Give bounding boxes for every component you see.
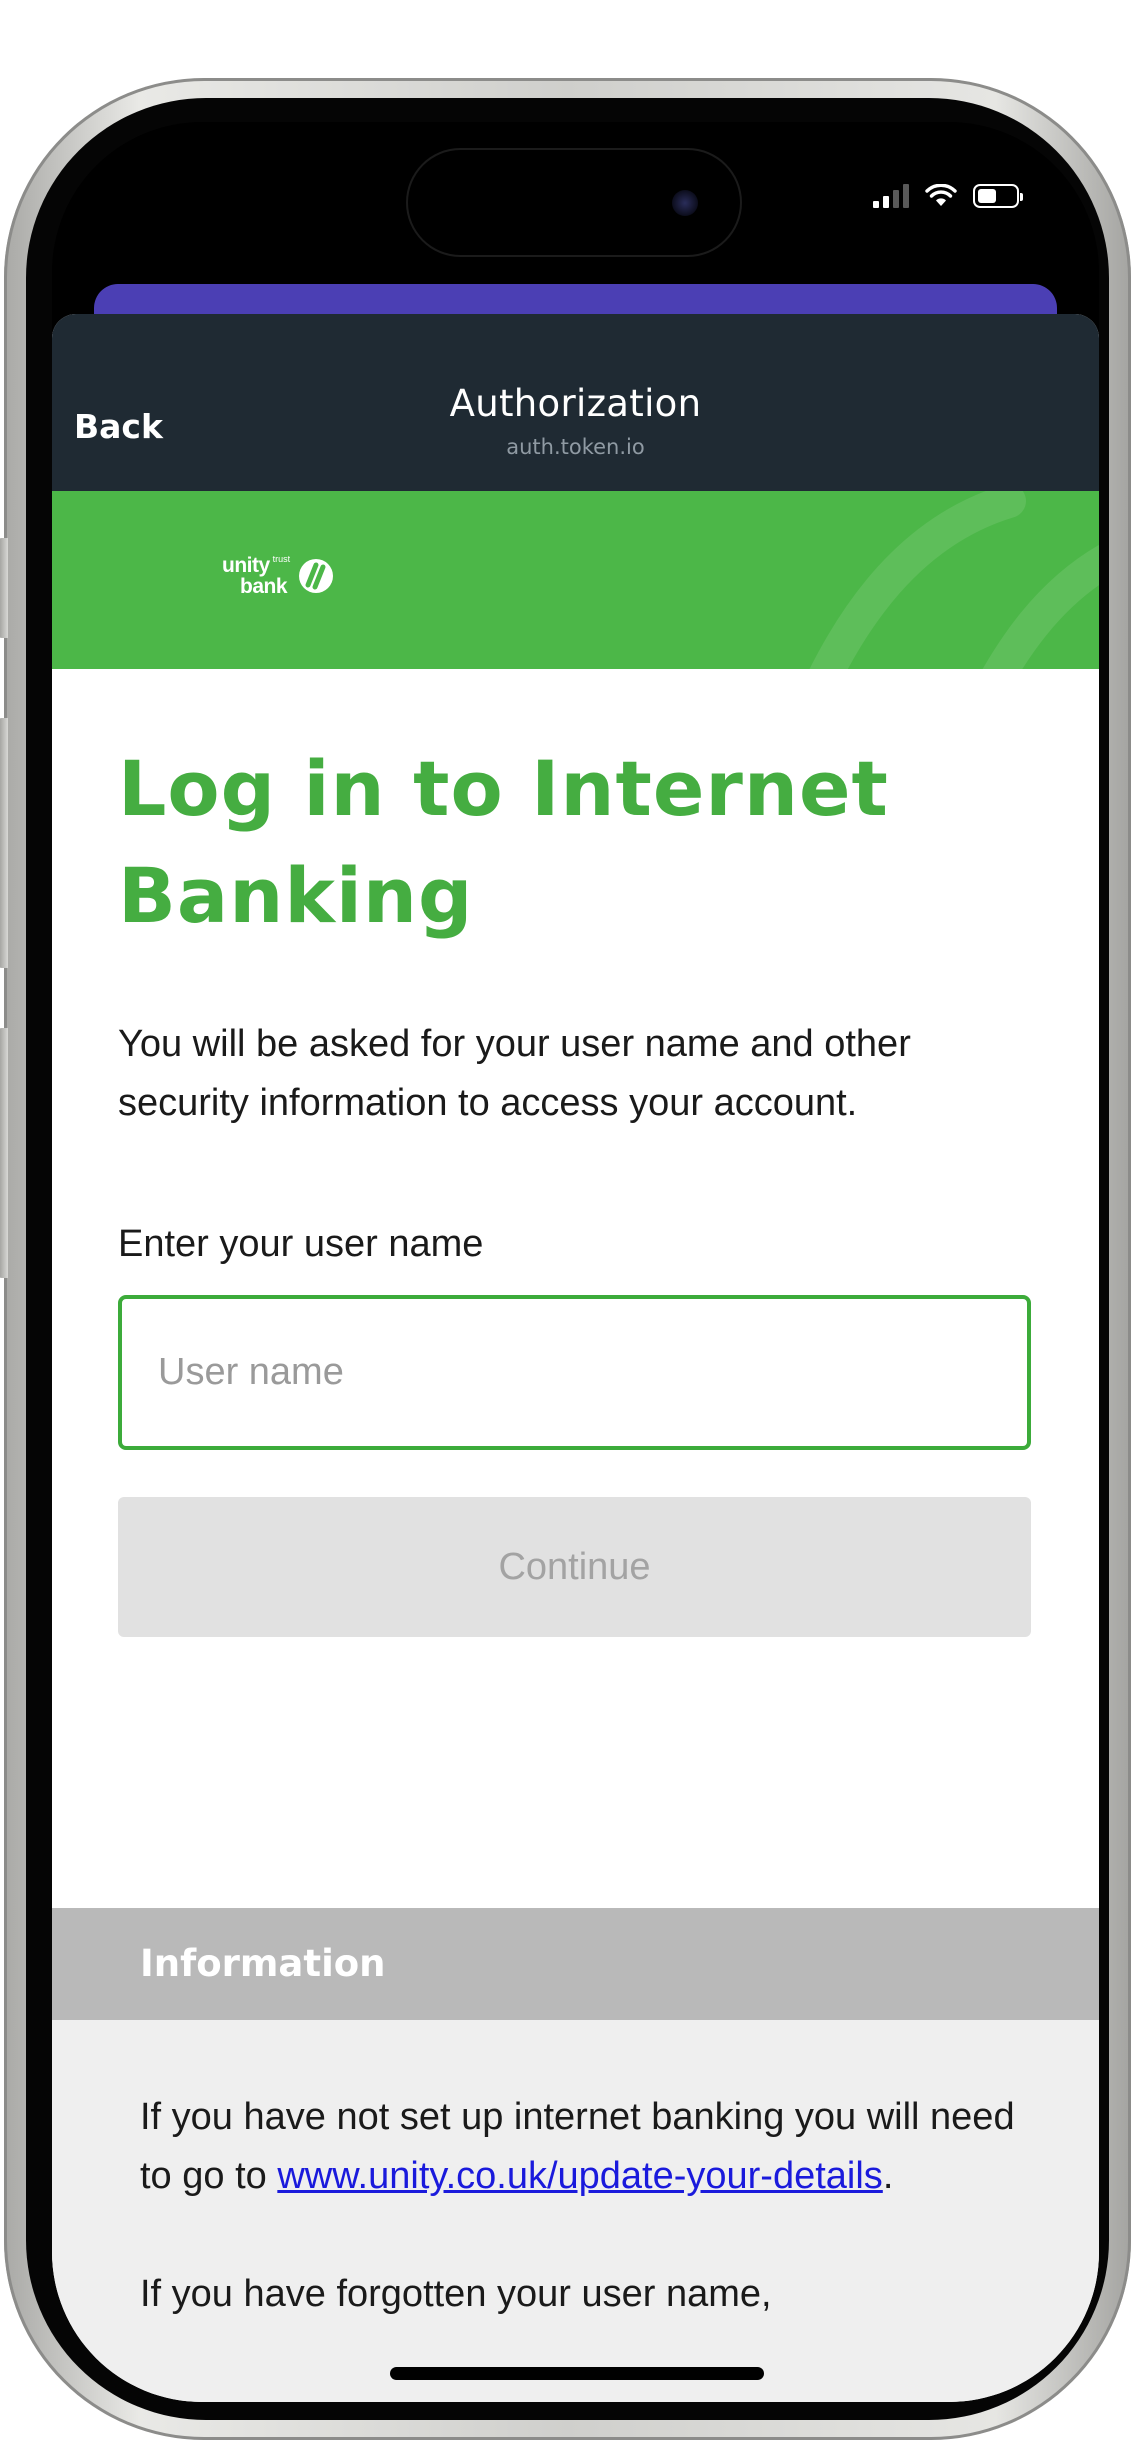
info-paragraph-setup: If you have not set up internet banking … (140, 2088, 1029, 2206)
page-title: Log in to Internet Banking (118, 744, 889, 940)
info-paragraph-forgotten: If you have forgotten your user name, (140, 2273, 772, 2315)
username-input[interactable] (118, 1295, 1031, 1450)
decorative-swirl-icon (809, 491, 1099, 669)
username-label: Enter your user name (118, 1223, 484, 1265)
bank-header: unity trust bank (52, 491, 1099, 669)
front-camera-icon (672, 190, 698, 216)
info-text-end: . (882, 2155, 894, 2197)
information-panel: Information If you have not set up inter… (52, 1908, 1099, 2402)
intro-text: You will be asked for your user name and… (118, 1023, 911, 1124)
nav-subtitle-url: auth.token.io (506, 435, 645, 459)
battery-icon (973, 184, 1023, 208)
volume-up-button (0, 718, 8, 968)
status-icons (873, 184, 1023, 208)
nav-bar: Back Authorization auth.token.io (52, 314, 1099, 491)
action-button (0, 538, 8, 638)
authorization-sheet: Back Authorization auth.token.io unity tr… (52, 314, 1099, 2402)
cellular-signal-icon (873, 184, 909, 208)
nav-title: Authorization (449, 382, 702, 425)
bank-logo: unity trust bank (222, 555, 336, 597)
dynamic-island (408, 150, 740, 255)
volume-down-button (0, 1028, 8, 1278)
logo-bank-text: bank (240, 575, 288, 598)
continue-button[interactable]: Continue (118, 1497, 1031, 1637)
logo-unity-text: unity (222, 554, 270, 577)
wifi-icon (925, 184, 957, 206)
information-body: If you have not set up internet banking … (52, 2020, 1099, 2324)
information-header: Information (52, 1908, 1099, 2020)
login-content: Log in to Internet Banking You will be a… (52, 669, 1099, 1637)
phone-screen: Back Authorization auth.token.io unity tr… (52, 122, 1099, 2402)
unity-bank-logo-icon (299, 559, 334, 593)
logo-trust-text: trust (272, 554, 291, 564)
update-details-link[interactable]: www.unity.co.uk/update-your-details (277, 2155, 882, 2197)
home-indicator[interactable] (390, 2367, 764, 2380)
